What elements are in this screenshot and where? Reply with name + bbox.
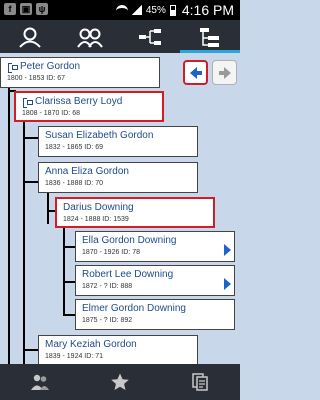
status-bar: f ▣ ψ 45% 4:16 PM (0, 0, 240, 20)
person-name: Susan Elizabeth Gordon (45, 130, 154, 141)
view-tab-bar (0, 20, 240, 53)
tree-connector (47, 210, 55, 212)
back-button[interactable] (183, 60, 208, 85)
person-card-selected[interactable]: Clarissa Berry Loyd 1808 - 1870 ID: 68 (14, 91, 164, 122)
favorites-button[interactable] (80, 364, 160, 400)
bottom-action-bar (0, 364, 240, 400)
person-name: Robert Lee Downing (82, 269, 174, 280)
person-dates-id: 1875 - ? ID: 892 (82, 317, 133, 324)
person-dates-id: 1870 - 1926 ID: 78 (82, 249, 140, 256)
pedigree-icon (139, 28, 161, 45)
notification-icons: f ▣ ψ (4, 3, 48, 15)
expand-arrow-icon[interactable] (224, 278, 231, 290)
tree-connector (23, 137, 38, 139)
person-card[interactable]: Mary Keziah Gordon 1839 - 1924 ID: 71 (38, 335, 198, 364)
people-list-button[interactable] (0, 364, 80, 400)
documents-button[interactable] (160, 364, 240, 400)
person-name: Ella Gordon Downing (82, 235, 177, 246)
person-dates-id: 1836 - 1888 ID: 70 (45, 180, 103, 187)
documents-icon (192, 373, 208, 391)
person-name: Clarissa Berry Loyd (35, 96, 123, 107)
person-name: Anna Eliza Gordon (45, 166, 129, 177)
descendant-tree-icon[interactable] (22, 97, 33, 108)
family-icon (77, 28, 103, 48)
person-dates-id: 1839 - 1924 ID: 71 (45, 353, 103, 360)
person-icon (19, 27, 41, 48)
person-name: Elmer Gordon Downing (82, 303, 186, 314)
star-icon (111, 373, 129, 390)
person-dates-id: 1808 - 1870 ID: 68 (22, 110, 80, 117)
forward-button[interactable] (212, 60, 237, 85)
person-card[interactable]: Elmer Gordon Downing 1875 - ? ID: 892 (75, 299, 235, 330)
person-name: Mary Keziah Gordon (45, 339, 137, 350)
person-dates-id: 1800 - 1853 ID: 67 (7, 75, 65, 82)
image-icon: ▣ (20, 3, 32, 15)
battery-percent: 45% (145, 4, 166, 16)
expand-arrow-icon[interactable] (224, 244, 231, 256)
tree-connector (47, 192, 49, 224)
person-card[interactable]: Peter Gordon 1800 - 1853 ID: 67 (0, 57, 160, 88)
tree-connector (23, 181, 38, 183)
tab-descendants[interactable] (180, 20, 240, 53)
tree-connector (63, 246, 75, 248)
person-dates-id: 1872 - ? ID: 888 (82, 283, 133, 290)
descendant-tree-icon[interactable] (7, 62, 18, 73)
clock: 4:16 PM (181, 2, 234, 18)
person-card[interactable]: Susan Elizabeth Gordon 1832 - 1865 ID: 6… (38, 126, 198, 157)
descendants-icon (200, 27, 219, 47)
tree-connector (23, 114, 25, 364)
tree-connector (63, 314, 75, 316)
person-name: Peter Gordon (20, 61, 81, 72)
tab-person[interactable] (0, 20, 60, 53)
person-card-selected[interactable]: Darius Downing 1824 - 1888 ID: 1539 (55, 197, 215, 228)
arrow-left-icon (189, 66, 202, 79)
usb-icon: ψ (36, 3, 48, 15)
battery-icon (169, 4, 176, 16)
person-dates-id: 1832 - 1865 ID: 69 (45, 144, 103, 151)
tab-pedigree[interactable] (120, 20, 180, 53)
tree-connector (63, 281, 75, 283)
signal-icon (131, 5, 142, 15)
wifi-icon (115, 5, 128, 15)
person-name: Darius Downing (63, 202, 134, 213)
person-dates-id: 1824 - 1888 ID: 1539 (63, 216, 129, 223)
people-icon (31, 374, 49, 390)
person-card[interactable]: Ella Gordon Downing 1870 - 1926 ID: 78 (75, 231, 235, 262)
tab-family[interactable] (60, 20, 120, 53)
arrow-right-icon (218, 66, 231, 79)
person-card[interactable]: Anna Eliza Gordon 1836 - 1888 ID: 70 (38, 162, 198, 193)
tree-connector (8, 87, 10, 364)
tree-connector (63, 225, 65, 315)
tree-connector (23, 349, 38, 351)
facebook-icon: f (4, 3, 16, 15)
person-card[interactable]: Robert Lee Downing 1872 - ? ID: 888 (75, 265, 235, 296)
descendant-tree[interactable]: Peter Gordon 1800 - 1853 ID: 67 Clarissa… (0, 53, 240, 364)
